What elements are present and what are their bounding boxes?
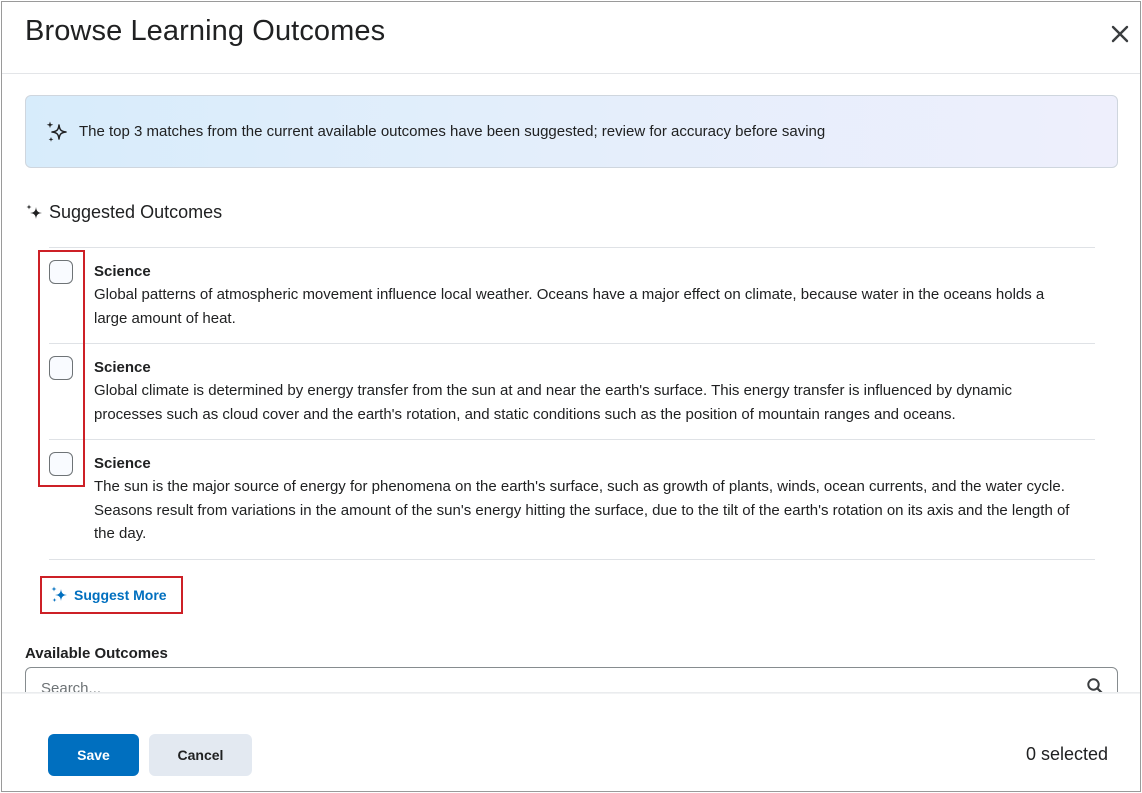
sparkle-icon bbox=[46, 121, 67, 142]
close-icon bbox=[1111, 25, 1129, 43]
save-button[interactable]: Save bbox=[48, 734, 139, 776]
search-icon bbox=[1087, 678, 1103, 692]
outcome-item: Science The sun is the major source of e… bbox=[49, 440, 1095, 560]
outcome-item: Science Global climate is determined by … bbox=[49, 344, 1095, 440]
dialog-header: Browse Learning Outcomes bbox=[2, 2, 1140, 74]
sparkle-icon bbox=[26, 204, 42, 219]
outcome-title: Science bbox=[94, 455, 151, 472]
outcome-checkbox[interactable] bbox=[49, 452, 73, 476]
suggested-outcomes-heading: Suggested Outcomes bbox=[25, 202, 222, 223]
banner-text: The top 3 matches from the current avail… bbox=[79, 123, 826, 140]
outcome-checkbox[interactable] bbox=[49, 260, 73, 284]
outcome-description: The sun is the major source of energy fo… bbox=[94, 478, 1070, 542]
scrollbar[interactable] bbox=[1127, 75, 1140, 692]
suggested-outcomes-title: Suggested Outcomes bbox=[49, 202, 223, 222]
search-field bbox=[25, 667, 1118, 692]
outcome-description: Global patterns of atmospheric movement … bbox=[94, 286, 1045, 327]
search-input[interactable] bbox=[41, 677, 1041, 692]
suggested-outcome-list: Science Global patterns of atmospheric m… bbox=[49, 247, 1095, 560]
sparkle-icon bbox=[51, 586, 67, 602]
scrollbar-thumb[interactable] bbox=[1130, 155, 1137, 195]
dialog-footer: Save Cancel 0 selected bbox=[2, 694, 1140, 791]
available-outcomes-label: Available Outcomes bbox=[25, 645, 168, 662]
dialog-body: The top 3 matches from the current avail… bbox=[2, 75, 1128, 692]
dialog-title: Browse Learning Outcomes bbox=[25, 15, 386, 47]
close-button[interactable] bbox=[1106, 20, 1134, 48]
ai-suggestion-banner: The top 3 matches from the current avail… bbox=[25, 95, 1118, 168]
suggest-more-label: Suggest More bbox=[74, 587, 167, 603]
outcome-checkbox[interactable] bbox=[49, 356, 73, 380]
outcome-description: Global climate is determined by energy t… bbox=[94, 382, 1013, 423]
cancel-button[interactable]: Cancel bbox=[149, 734, 252, 776]
search-button[interactable] bbox=[1086, 677, 1104, 692]
outcome-title: Science bbox=[94, 263, 151, 280]
suggest-more-button[interactable]: Suggest More bbox=[40, 576, 183, 614]
browse-outcomes-dialog: Browse Learning Outcomes The top 3 match… bbox=[1, 1, 1141, 792]
outcome-item: Science Global patterns of atmospheric m… bbox=[49, 248, 1095, 344]
outcome-title: Science bbox=[94, 359, 151, 376]
selected-count: 0 selected bbox=[1025, 744, 1108, 764]
